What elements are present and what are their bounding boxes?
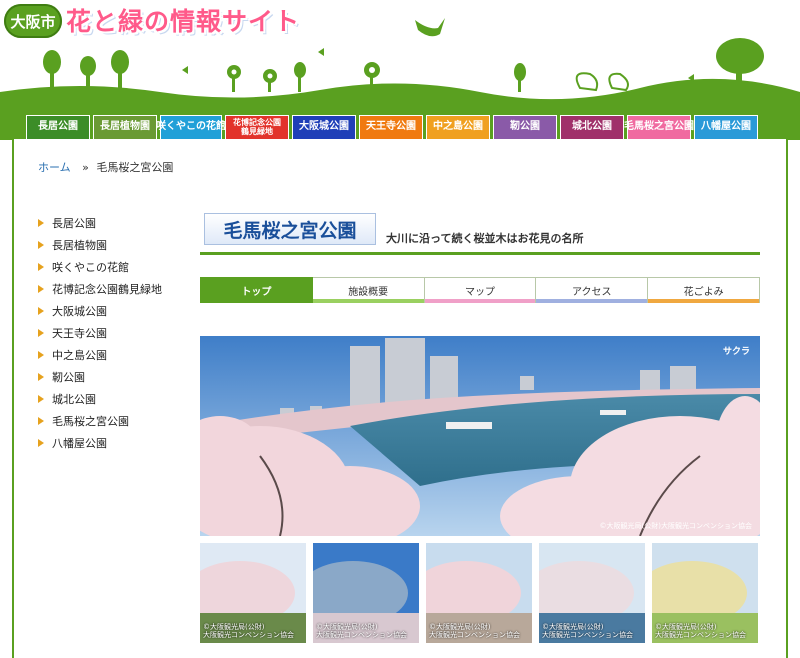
breadcrumb-home-link[interactable]: ホーム — [38, 161, 71, 174]
sidebar-item-label: 靭公園 — [52, 371, 85, 384]
sidebar-item[interactable]: 毛馬桜之宮公園 — [38, 410, 162, 432]
park-tab-6[interactable]: 天王寺公園 — [359, 115, 423, 139]
thumbnail-photo[interactable]: ©大阪観光局(公財) 大阪観光コンベンション協会 — [652, 543, 758, 643]
city-logo[interactable]: 大阪市 — [4, 4, 62, 38]
sub-tab-accent-bar — [536, 299, 648, 303]
sub-tab-label: 施設概要 — [348, 286, 389, 298]
breadcrumb-separator: » — [82, 161, 89, 174]
thumbnail-credit: ©大阪観光局(公財) 大阪観光コンベンション協会 — [203, 623, 294, 641]
sidebar-item[interactable]: 中之島公園 — [38, 344, 162, 366]
thumbnail-credit: ©大阪観光局(公財) 大阪観光コンベンション協会 — [542, 623, 633, 641]
park-nav-tabs: 長居公園 長居植物園 咲くやこの花館 花博記念公園 鶴見緑地 大阪城公園 天王寺公園 中之島… — [26, 115, 776, 139]
breadcrumb-current: 毛馬桜之宮公園 — [96, 161, 174, 174]
park-tab-3[interactable]: 咲くやこの花館 — [156, 115, 226, 139]
sub-tab-1[interactable]: トップ — [200, 277, 313, 303]
triangle-bullet-icon — [38, 263, 44, 271]
photo-credit: ©大阪観光局(公財)大阪観光コンベンション協会 — [599, 522, 752, 530]
thumbnail-credit-line2: 大阪観光コンベンション協会 — [429, 631, 520, 640]
thumbnail-credit-line2: 大阪観光コンベンション協会 — [542, 631, 633, 640]
thumbnail-credit: ©大阪観光局(公財) 大阪観光コンベンション協会 — [429, 623, 520, 641]
thumbnail-credit-line1: ©大阪観光局(公財) — [655, 622, 717, 631]
park-tab-8[interactable]: 靭公園 — [493, 115, 557, 139]
triangle-bullet-icon — [38, 219, 44, 227]
sub-tab-5[interactable]: 花ごよみ — [648, 277, 760, 303]
thumbnail-gallery: ©大阪観光局(公財) 大阪観光コンベンション協会 ©大阪観光局(公財) 大阪観光コンベ… — [200, 543, 760, 643]
triangle-bullet-icon — [38, 241, 44, 249]
park-tab-2[interactable]: 長居植物園 — [93, 115, 157, 139]
sub-tab-label: 花ごよみ — [683, 286, 724, 298]
thumbnail-credit: ©大阪観光局(公財) 大阪観光コンベンション協会 — [316, 623, 407, 641]
sidebar-item[interactable]: 大阪城公園 — [38, 300, 162, 322]
park-tab-11[interactable]: 八幡屋公園 — [694, 115, 758, 139]
thumbnail-credit-line1: ©大阪観光局(公財) — [542, 622, 604, 631]
triangle-bullet-icon — [38, 395, 44, 403]
photo-label-sakura: サクラ — [722, 347, 750, 357]
thumbnail-credit-line1: ©大阪観光局(公財) — [203, 622, 265, 631]
sidebar-item[interactable]: 八幡屋公園 — [38, 432, 162, 454]
thumbnail-credit-line1: ©大阪観光局(公財) — [429, 622, 491, 631]
page-sub-tabs: トップ 施設概要 マップ アクセス 花ごよみ — [200, 277, 760, 303]
sidebar-item-label: 花博記念公園鶴見緑地 — [52, 283, 162, 296]
page-subtitle: 大川に沿って続く桜並木はお花見の名所 — [386, 232, 584, 245]
sub-tab-2[interactable]: 施設概要 — [312, 277, 425, 303]
triangle-bullet-icon — [38, 351, 44, 359]
sidebar-item[interactable]: 咲くやこの花館 — [38, 256, 162, 278]
sidebar-item[interactable]: 靭公園 — [38, 366, 162, 388]
triangle-bullet-icon — [38, 439, 44, 447]
sidebar-item-label: 長居公園 — [52, 217, 96, 230]
triangle-bullet-icon — [38, 417, 44, 425]
sub-tab-label: マップ — [464, 286, 495, 298]
sidebar-item-label: 天王寺公園 — [52, 327, 107, 340]
sub-tab-accent-bar — [312, 299, 424, 303]
thumbnail-photo[interactable]: ©大阪観光局(公財) 大阪観光コンベンション協会 — [313, 543, 419, 643]
sidebar-item-label: 城北公園 — [52, 393, 96, 406]
sidebar-item-label: 中之島公園 — [52, 349, 107, 362]
park-tab-5[interactable]: 大阪城公園 — [292, 115, 356, 139]
park-tab-1[interactable]: 長居公園 — [26, 115, 90, 139]
sub-tab-accent-bar — [424, 299, 536, 303]
thumbnail-photo[interactable]: ©大阪観光局(公財) 大阪観光コンベンション協会 — [200, 543, 306, 643]
sidebar-item-label: 咲くやこの花館 — [52, 261, 129, 274]
thumbnail-credit-line2: 大阪観光コンベンション協会 — [316, 631, 407, 640]
main-photo-sakura: サクラ ©大阪観光局(公財)大阪観光コンベンション協会 — [200, 336, 760, 536]
park-tab-4[interactable]: 花博記念公園 鶴見緑地 — [225, 115, 289, 139]
thumbnail-credit: ©大阪観光局(公財) 大阪観光コンベンション協会 — [655, 623, 746, 641]
sub-tab-label: アクセス — [572, 286, 612, 298]
sidebar-item-label: 毛馬桜之宮公園 — [52, 415, 129, 428]
park-tab-10[interactable]: 毛馬桜之宮公園 — [624, 115, 694, 139]
thumbnail-credit-line1: ©大阪観光局(公財) — [316, 622, 378, 631]
triangle-bullet-icon — [38, 329, 44, 337]
sidebar-item[interactable]: 城北公園 — [38, 388, 162, 410]
sidebar-item[interactable]: 長居公園 — [38, 212, 162, 234]
sidebar-item[interactable]: 長居植物園 — [38, 234, 162, 256]
sidebar-item[interactable]: 花博記念公園鶴見緑地 — [38, 278, 162, 300]
sidebar-item-label: 長居植物園 — [52, 239, 107, 252]
triangle-bullet-icon — [38, 373, 44, 381]
sidebar-park-list: 長居公園長居植物園咲くやこの花館花博記念公園鶴見緑地 大阪城公園天王寺公園中之島公… — [38, 212, 162, 454]
title-underline — [200, 252, 760, 255]
thumbnail-photo[interactable]: ©大阪観光局(公財) 大阪観光コンベンション協会 — [426, 543, 532, 643]
triangle-bullet-icon — [38, 307, 44, 315]
site-title-logo[interactable]: 花と緑の情報サイト — [66, 2, 300, 38]
sidebar-item-label: 大阪城公園 — [52, 305, 107, 318]
thumbnail-photo[interactable]: ©大阪観光局(公財) 大阪観光コンベンション協会 — [539, 543, 645, 643]
sub-tab-3[interactable]: マップ — [424, 277, 537, 303]
park-tab-7[interactable]: 中之島公園 — [426, 115, 490, 139]
thumbnail-credit-line2: 大阪観光コンベンション協会 — [655, 631, 746, 640]
sub-tab-4[interactable]: アクセス — [536, 277, 649, 303]
sub-tab-accent-bar — [648, 299, 759, 303]
sidebar-item[interactable]: 天王寺公園 — [38, 322, 162, 344]
sub-tab-label: トップ — [241, 286, 272, 298]
sakura-river-image — [200, 336, 760, 536]
page-title: 毛馬桜之宮公園 — [204, 213, 376, 245]
thumbnail-credit-line2: 大阪観光コンベンション協会 — [203, 631, 294, 640]
sub-tab-accent-bar — [201, 299, 312, 303]
park-tab-9[interactable]: 城北公園 — [560, 115, 624, 139]
sidebar-item-label: 八幡屋公園 — [52, 437, 107, 450]
triangle-bullet-icon — [38, 285, 44, 293]
breadcrumb: ホーム » 毛馬桜之宮公園 — [38, 159, 173, 175]
